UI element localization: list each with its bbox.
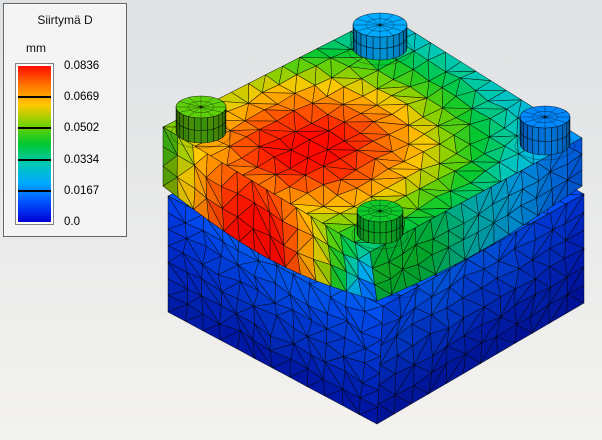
colorbar-tick-line [18,96,51,98]
colorbar-tick-line [18,127,51,129]
legend-tick-label: 0.0 [64,216,80,228]
legend-unit: mm [26,41,46,55]
colorbar-frame [15,63,54,225]
legend-title: Siirtymä D [4,13,126,27]
colorbar-tick-line [18,159,51,161]
legend-tick-label: 0.0502 [64,122,99,134]
legend-tick-label: 0.0669 [64,91,99,103]
colorbar-tick-line [18,190,51,192]
colorbar-gradient [18,66,51,222]
legend-tick-label: 0.0167 [64,185,99,197]
legend-tick-label: 0.0334 [64,154,99,166]
legend-panel[interactable]: Siirtymä D mm 0.0836 0.0669 0.0502 0.0334 0.… [3,3,127,237]
legend-tick-label: 0.0836 [64,60,99,72]
